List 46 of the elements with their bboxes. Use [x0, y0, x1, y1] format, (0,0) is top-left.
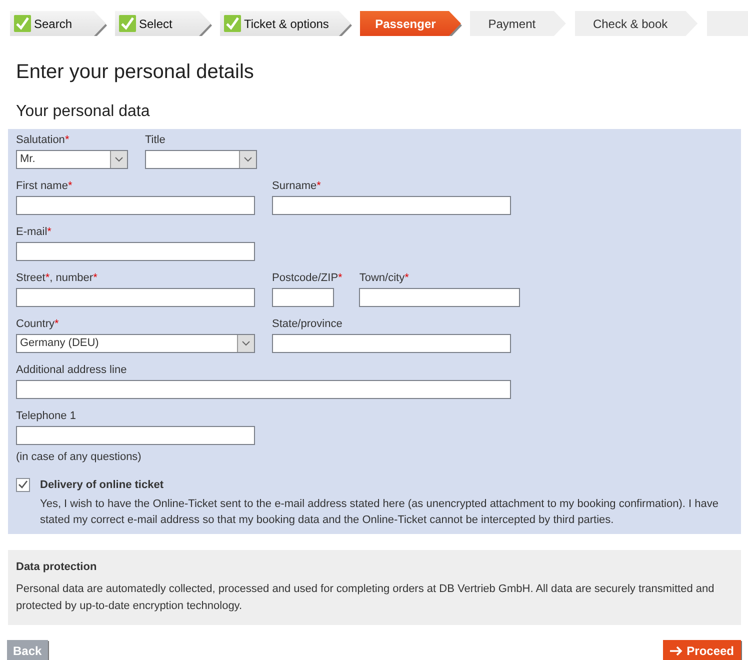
- step-tab[interactable]: Select: [115, 11, 211, 36]
- section-title: Your personal data: [16, 102, 151, 122]
- dropdown-field[interactable]: [145, 150, 257, 169]
- check-icon: [119, 15, 136, 32]
- dropdown-field[interactable]: Germany (DEU): [16, 334, 255, 353]
- field-label: Telephone 1: [16, 410, 77, 422]
- input-field[interactable]: [359, 288, 520, 307]
- input-field[interactable]: [16, 380, 511, 399]
- input-field[interactable]: [272, 288, 334, 307]
- field-label: E-mail*: [16, 226, 52, 238]
- option-text: Yes, I wish to have the Online-Ticket sent to the e-mail address stated here (as unencrypted attachment to my booking confirmation). I have stated my correct e-mail address so that my booking data and the Online-Ticket cannot be intercepted by third parties.: [40, 497, 720, 528]
- step-tab[interactable]: Passenger: [360, 11, 461, 36]
- input-field[interactable]: [16, 242, 255, 261]
- dropdown-field[interactable]: Mr.: [16, 150, 128, 169]
- step-tab[interactable]: Payment: [470, 11, 566, 36]
- field-label: State/province: [272, 318, 344, 330]
- field-label: Country*: [16, 318, 60, 330]
- step-tab[interactable]: Check & book: [574, 11, 698, 36]
- field-label: Town/city*: [359, 272, 410, 284]
- option-title: Delivery of online ticket: [40, 478, 164, 492]
- field-label: Salutation*: [16, 134, 70, 146]
- field-label: Additional address line: [16, 364, 128, 376]
- input-field[interactable]: [16, 288, 255, 307]
- input-field[interactable]: [272, 334, 511, 353]
- info-text: Personal data are automatedly collected, processed and used for completing orders at DB Vertrieb GmbH. All data are securely transmitted and protected by up-to-date encryption technology.: [16, 582, 716, 614]
- hint-text: (in case of any questions): [16, 450, 142, 465]
- checkbox[interactable]: [16, 478, 30, 492]
- chevron-icon: [242, 341, 250, 346]
- info-title: Data protection: [16, 560, 98, 575]
- field-label: Postcode/ZIP*: [272, 272, 342, 284]
- step-tab[interactable]: Ticket & options: [220, 11, 351, 36]
- check-icon: [224, 15, 241, 32]
- field-label: Surname*: [272, 180, 322, 192]
- input-field[interactable]: [272, 196, 511, 215]
- input-field[interactable]: [16, 426, 255, 445]
- input-field[interactable]: [16, 196, 255, 215]
- arrow-icon: [670, 646, 683, 656]
- page-heading: Enter your personal details: [16, 60, 255, 84]
- chevron-icon: [115, 157, 123, 162]
- field-label: First name*: [16, 180, 74, 192]
- field-label: Street*, number*: [16, 272, 98, 284]
- chevron-icon: [244, 157, 252, 162]
- check-icon: [14, 15, 31, 32]
- field-label: Title: [145, 134, 166, 146]
- proceed-button[interactable]: Proceed: [662, 640, 741, 660]
- step-tab[interactable]: Search: [10, 11, 106, 36]
